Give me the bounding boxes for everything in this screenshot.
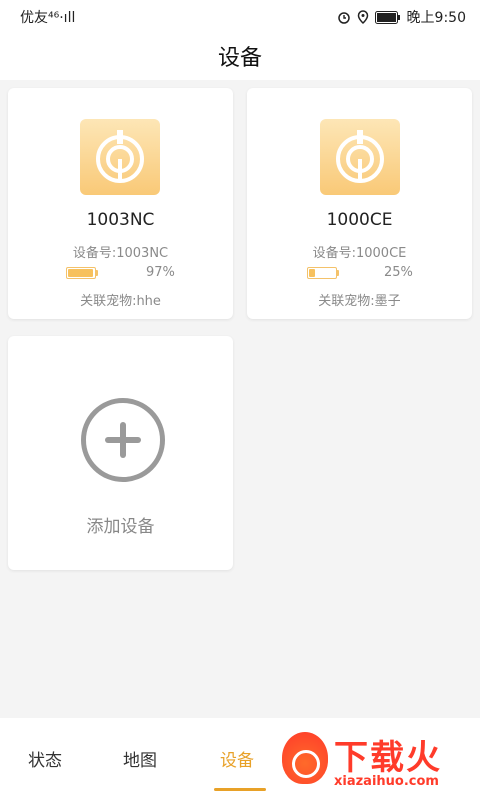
active-tab-indicator [214,788,266,791]
device-number: 设备号:1003NC [72,246,169,261]
add-device-card[interactable]: 添加设备 [8,336,233,570]
carrier-label: 优友⁴⁶·ıll [20,10,76,26]
status-bar: 优友⁴⁶·ıll 晚上9:50 [0,0,480,32]
page-title: 设备 [217,46,262,71]
device-card[interactable]: 1003NC 设备号:1003NC 97% 关联宠物:hhe [8,88,233,319]
alarm-icon [337,12,350,24]
watermark-brand: 下载火 [334,738,442,778]
tracker-icon [96,130,144,183]
battery-fill [68,269,93,277]
plus-icon [81,398,165,482]
status-icons: 晚上9:50 [337,7,466,27]
top-nav: 设备 [0,32,480,80]
battery-percent: 97% [146,265,175,280]
battery-status-icon [374,10,400,24]
linked-pet: 关联宠物:hhe [80,294,161,309]
device-name: 1003NC [86,210,155,230]
tracker-icon [336,130,384,183]
add-device-label: 添加设备 [86,517,155,537]
location-icon [357,10,368,24]
watermark-logo: 下载火 xiazaihuo.com [282,730,472,794]
battery-icon [307,267,339,279]
tab-map[interactable]: 地图 [123,746,157,771]
clock: 晚上9:50 [406,10,466,26]
battery-icon [66,267,98,279]
device-card[interactable]: 1000CE 设备号:1000CE 25% 关联宠物:墨子 [247,88,472,319]
watermark-domain: xiazaihuo.com [334,774,439,789]
tab-devices[interactable]: 设备 [220,746,254,771]
device-number: 设备号:1000CE [312,246,407,261]
device-icon [320,119,400,195]
device-icon [80,119,160,195]
linked-pet: 关联宠物:墨子 [318,294,401,309]
battery-percent: 25% [384,265,413,280]
device-name: 1000CE [326,210,393,230]
bottom-tab-bar: 状态 地图 设备 下载火 xiazaihuo.com [0,718,480,800]
battery-fill [309,269,315,277]
flame-icon [282,732,328,784]
tab-status[interactable]: 状态 [28,746,62,771]
